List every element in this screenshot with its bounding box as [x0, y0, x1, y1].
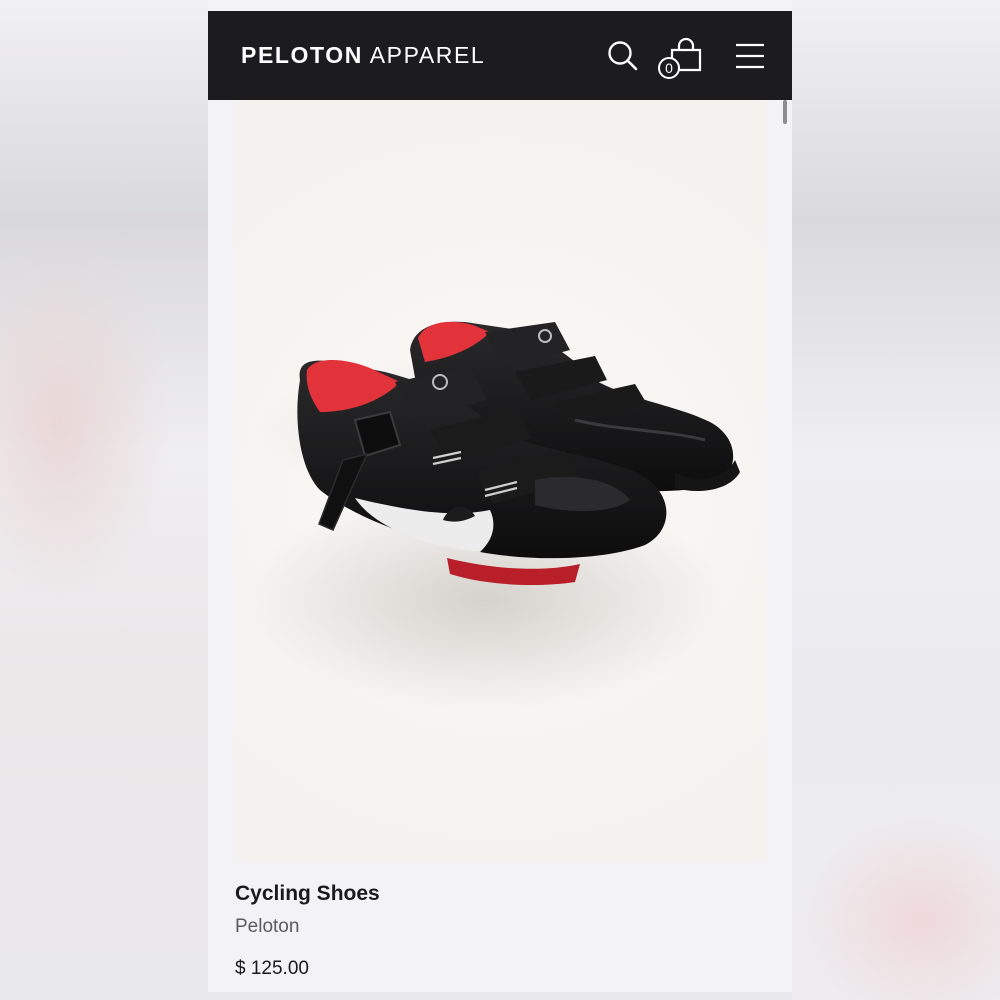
product-title[interactable]: Cycling Shoes: [235, 882, 380, 906]
product-brand: Peloton: [235, 916, 300, 937]
site-header: PELOTON APPAREL 0: [208, 11, 792, 100]
blurred-backdrop-right: [792, 0, 1000, 1000]
menu-button[interactable]: [734, 41, 766, 71]
bottom-edge: [208, 992, 792, 1000]
status-strip: [208, 0, 792, 11]
blurred-backdrop-left: [0, 0, 208, 1000]
phone-screen: PELOTON APPAREL 0 Cycling Shoes Peloton …: [208, 0, 792, 1000]
search-icon: [608, 41, 638, 71]
hamburger-menu-icon: [736, 43, 764, 69]
product-price: $ 125.00: [235, 958, 309, 979]
cart-count-badge: 0: [658, 57, 680, 79]
search-button[interactable]: [606, 39, 640, 73]
brand-name: PELOTON: [241, 42, 363, 68]
brand-subtitle: APPAREL: [369, 42, 486, 68]
brand-logo[interactable]: PELOTON APPAREL: [241, 42, 485, 69]
product-image[interactable]: [235, 100, 765, 860]
cart-button[interactable]: 0: [658, 37, 706, 85]
scrollbar-thumb[interactable]: [783, 100, 787, 124]
cycling-shoes-image: [245, 321, 740, 710]
